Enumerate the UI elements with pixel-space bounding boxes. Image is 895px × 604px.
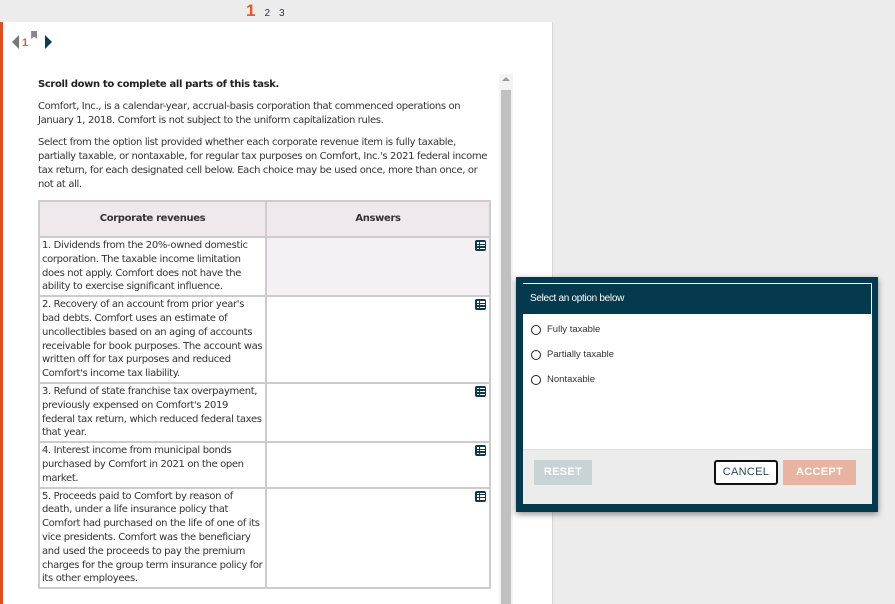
revenue-item-1: 1. Dividends from the 20%-owned domestic… bbox=[38, 235, 267, 298]
task-panel: 1 Scroll down to complete all parts of t… bbox=[0, 22, 552, 604]
option-fully-taxable[interactable]: Fully taxable bbox=[523, 317, 872, 342]
option-list-icon[interactable] bbox=[475, 445, 486, 457]
page-tab-1[interactable]: 1 bbox=[246, 1, 255, 21]
answer-cell-3[interactable] bbox=[265, 381, 491, 444]
next-arrow-icon[interactable] bbox=[45, 35, 53, 49]
options-list: Fully taxable Partially taxable Nontaxab… bbox=[523, 314, 872, 392]
dialog-body: Select an option below Fully taxable Par… bbox=[523, 283, 872, 504]
option-label: Nontaxable bbox=[547, 374, 596, 385]
answer-cell-5[interactable] bbox=[265, 486, 491, 590]
task-nav: 1 bbox=[12, 31, 53, 52]
option-label: Partially taxable bbox=[547, 349, 615, 360]
table-row: 3. Refund of state franchise tax overpay… bbox=[38, 381, 491, 444]
radio-button-icon[interactable] bbox=[531, 324, 541, 335]
option-list-icon[interactable] bbox=[475, 385, 486, 397]
cancel-button[interactable]: CANCEL bbox=[714, 460, 778, 485]
revenue-item-3: 3. Refund of state franchise tax overpay… bbox=[38, 381, 267, 444]
radio-button-icon[interactable] bbox=[531, 349, 541, 360]
task-instruction: Scroll down to complete all parts of thi… bbox=[38, 79, 279, 90]
revenue-item-2: 2. Recovery of an account from prior yea… bbox=[38, 295, 267, 384]
bookmark-flag-icon[interactable] bbox=[31, 31, 38, 39]
header-answers: Answers bbox=[265, 200, 491, 238]
dialog-title: Select an option below bbox=[523, 283, 872, 314]
accept-button[interactable]: ACCEPT bbox=[783, 460, 856, 485]
option-nontaxable[interactable]: Nontaxable bbox=[523, 367, 872, 392]
table-row: 4. Interest income from municipal bonds … bbox=[38, 441, 491, 489]
option-list-icon[interactable] bbox=[475, 490, 486, 502]
previous-arrow-icon[interactable] bbox=[12, 35, 19, 49]
table-row: 5. Proceeds paid to Comfort by reason of… bbox=[38, 486, 491, 590]
table-row: 1. Dividends from the 20%-owned domestic… bbox=[38, 235, 491, 298]
task-paragraph-1: Comfort, Inc., is a calendar-year, accru… bbox=[38, 101, 461, 126]
revenues-table: Corporate revenues Answers 1. Dividends … bbox=[38, 200, 491, 590]
task-content: Scroll down to complete all parts of thi… bbox=[38, 78, 491, 590]
option-list-icon[interactable] bbox=[475, 240, 486, 251]
top-bar: 1 2 3 bbox=[0, 0, 895, 22]
header-corporate-revenues: Corporate revenues bbox=[38, 200, 267, 238]
option-partially-taxable[interactable]: Partially taxable bbox=[523, 342, 872, 367]
revenue-item-4: 4. Interest income from municipal bonds … bbox=[38, 441, 267, 489]
answer-cell-1[interactable] bbox=[265, 235, 491, 298]
task-paragraph-2: Select from the option list provided whe… bbox=[38, 137, 488, 190]
reset-button[interactable]: RESET bbox=[534, 460, 592, 485]
option-list-icon[interactable] bbox=[475, 299, 486, 311]
scrollbar-thumb[interactable] bbox=[501, 90, 511, 604]
answer-cell-4[interactable] bbox=[265, 441, 491, 489]
vertical-scrollbar[interactable] bbox=[499, 74, 513, 604]
page-tabs: 1 2 3 bbox=[246, 1, 285, 21]
current-task-number: 1 bbox=[22, 37, 29, 49]
option-label: Fully taxable bbox=[547, 324, 601, 335]
radio-button-icon[interactable] bbox=[531, 374, 541, 385]
page-tab-3[interactable]: 3 bbox=[279, 8, 285, 19]
dialog-footer: RESET CANCEL ACCEPT bbox=[523, 449, 872, 504]
answer-cell-2[interactable] bbox=[265, 295, 491, 384]
page-tab-2[interactable]: 2 bbox=[264, 8, 270, 19]
revenue-item-5: 5. Proceeds paid to Comfort by reason of… bbox=[38, 486, 267, 590]
scroll-up-arrow-icon[interactable] bbox=[502, 77, 510, 81]
option-select-dialog: Select an option below Fully taxable Par… bbox=[516, 277, 878, 512]
table-row: 2. Recovery of an account from prior yea… bbox=[38, 295, 491, 384]
